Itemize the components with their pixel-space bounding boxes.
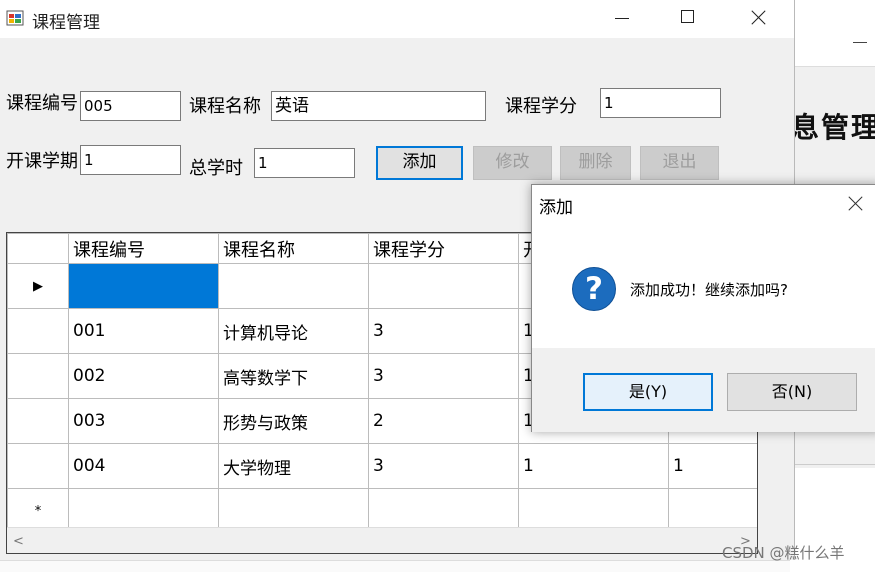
modify-button[interactable]: 修改	[473, 146, 552, 180]
maximize-button[interactable]	[656, 0, 720, 36]
question-icon: ?	[572, 267, 616, 311]
row-header[interactable]	[7, 398, 69, 444]
exit-button[interactable]: 退出	[640, 146, 719, 180]
minimize-icon	[615, 18, 629, 19]
table-cell[interactable]: 003	[68, 398, 219, 444]
scroll-left-icon[interactable]: <	[13, 534, 24, 549]
term-input[interactable]: 1	[80, 145, 181, 175]
dialog-footer: 是(Y) 否(N)	[532, 348, 875, 432]
minimize-icon[interactable]	[853, 42, 867, 43]
column-header[interactable]: 课程名称	[218, 233, 369, 264]
yes-button[interactable]: 是(Y)	[583, 373, 713, 411]
background-banner: 息管理	[791, 111, 875, 144]
term-label: 开课学期	[6, 151, 78, 172]
titlebar: 课程管理	[0, 0, 794, 38]
maximize-icon	[681, 10, 694, 23]
course-id-label: 课程编号	[6, 93, 78, 114]
table-cell[interactable]: 002	[68, 353, 219, 399]
table-cell[interactable]: 004	[68, 443, 219, 489]
table-cell[interactable]: 计算机导论	[218, 308, 369, 354]
column-header[interactable]: 课程学分	[368, 233, 519, 264]
app-icon	[6, 10, 24, 26]
table-cell[interactable]: 2	[368, 398, 519, 444]
table-cell[interactable]: 3	[368, 353, 519, 399]
row-header[interactable]	[7, 308, 69, 354]
table-cell[interactable]	[218, 263, 369, 309]
table-cell[interactable]: 3	[368, 308, 519, 354]
table-cell[interactable]: 形势与政策	[218, 398, 369, 444]
minimize-button[interactable]	[590, 0, 654, 36]
close-button[interactable]	[725, 0, 789, 36]
dialog-body: ? 添加成功！继续添加吗?	[532, 223, 875, 348]
table-cell[interactable]	[368, 263, 519, 309]
dialog-title: 添加	[539, 198, 573, 218]
divider	[791, 464, 875, 465]
course-name-input[interactable]: 英语	[271, 91, 486, 121]
background-window-titlebar	[791, 28, 875, 67]
row-header-corner	[7, 233, 69, 264]
horizontal-scrollbar[interactable]: < >	[7, 527, 757, 553]
course-name-label: 课程名称	[189, 96, 261, 117]
add-success-dialog: 添加 ? 添加成功！继续添加吗? 是(Y) 否(N)	[531, 184, 875, 432]
row-header[interactable]	[7, 353, 69, 399]
window-title: 课程管理	[32, 13, 100, 33]
table-cell[interactable]: 1	[668, 443, 757, 489]
table-cell[interactable]: 001	[68, 308, 219, 354]
watermark: CSDN @糕什么羊	[722, 544, 845, 562]
table-cell[interactable]: 大学物理	[218, 443, 369, 489]
add-button[interactable]: 添加	[376, 146, 463, 180]
taskbar-strip	[0, 560, 790, 572]
row-header[interactable]	[7, 443, 69, 489]
dialog-close-button[interactable]	[844, 193, 868, 215]
table-row[interactable]: 004 大学物理 3 1 1	[7, 443, 757, 489]
no-button[interactable]: 否(N)	[727, 373, 857, 411]
table-cell[interactable]: 3	[368, 443, 519, 489]
column-header[interactable]: 课程编号	[68, 233, 219, 264]
table-cell[interactable]: 1	[518, 443, 669, 489]
dialog-message: 添加成功！继续添加吗?	[630, 281, 788, 299]
course-id-input[interactable]: 005	[80, 91, 181, 121]
current-row-marker-icon[interactable]: ▶	[7, 263, 69, 309]
hours-label: 总学时	[189, 158, 243, 179]
delete-button[interactable]: 删除	[560, 146, 631, 180]
credit-input[interactable]: 1	[600, 88, 721, 118]
table-cell[interactable]	[68, 263, 219, 309]
hours-input[interactable]: 1	[254, 148, 355, 178]
credit-label: 课程学分	[505, 96, 577, 117]
table-cell[interactable]: 高等数学下	[218, 353, 369, 399]
